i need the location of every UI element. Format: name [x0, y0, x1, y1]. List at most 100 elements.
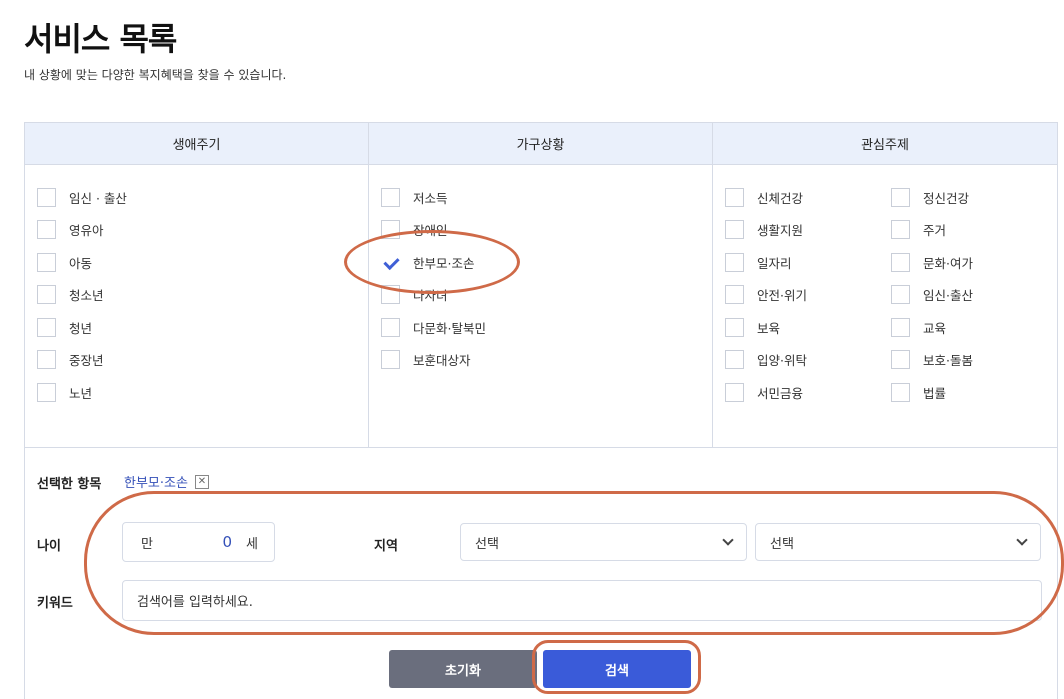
checkbox[interactable]	[725, 350, 744, 369]
region-select-province-value: 선택	[475, 536, 499, 552]
checkbox[interactable]	[381, 317, 400, 337]
checkbox[interactable]	[891, 350, 910, 369]
selected-chip[interactable]: 한부모·조손 ✕	[124, 472, 209, 491]
checkbox[interactable]	[891, 187, 910, 207]
checkbox-label: 다문화·탈북민	[413, 320, 486, 336]
checkbox-label: 정신건강	[923, 190, 970, 206]
checkbox-option[interactable]: 보호·돌봄	[891, 350, 973, 370]
household-options: 저소득장애인한부모·조손다자녀다문화·탈북민보훈대상자	[369, 165, 712, 447]
checkbox-option[interactable]: 영유아	[37, 220, 104, 240]
checkbox[interactable]	[725, 187, 744, 207]
checkbox[interactable]	[725, 220, 744, 239]
region-select-city-value: 선택	[770, 536, 794, 552]
age-input[interactable]: 만 0 세	[122, 522, 275, 562]
checkbox-label: 한부모·조손	[413, 255, 475, 271]
checkbox-option[interactable]: 주거	[891, 220, 946, 240]
checkbox-label: 문화·여가	[923, 255, 973, 271]
checkbox-option[interactable]: 정신건강	[891, 187, 969, 207]
region-label: 지역	[374, 539, 398, 554]
checkbox[interactable]	[37, 220, 56, 239]
checkbox-label: 일자리	[757, 255, 792, 271]
checkbox-label: 안전·위기	[757, 288, 807, 303]
checkbox-option[interactable]: 아동	[37, 252, 92, 272]
checkbox[interactable]	[37, 285, 56, 304]
checkbox-option[interactable]: 저소득	[381, 187, 448, 207]
region-select-city[interactable]: 선택	[755, 523, 1041, 561]
checkbox-option[interactable]: 다자녀	[381, 285, 448, 305]
checkbox[interactable]	[725, 285, 744, 304]
checkbox-option[interactable]: 서민금융	[725, 382, 803, 402]
checkbox-label: 생활지원	[757, 223, 804, 238]
column-header-lifecycle: 생애주기	[25, 123, 368, 165]
checkbox-label: 입양·위탁	[757, 353, 807, 368]
region-select-province[interactable]: 선택	[460, 523, 747, 561]
checkbox-option[interactable]: 일자리	[725, 252, 792, 272]
checkbox[interactable]	[725, 317, 744, 337]
checkbox-checked[interactable]	[381, 252, 400, 272]
checkbox[interactable]	[381, 285, 400, 304]
keyword-input[interactable]: 검색어를 입력하세요.	[122, 580, 1042, 621]
checkbox-option[interactable]: 노년	[37, 382, 92, 402]
checkbox-option[interactable]: 입양·위탁	[725, 350, 807, 370]
age-value[interactable]: 0	[222, 533, 232, 551]
checkbox[interactable]	[381, 220, 400, 239]
checkbox-label: 청소년	[69, 288, 104, 303]
page-subtitle: 내 상황에 맞는 다양한 복지혜택을 찾을 수 있습니다.	[24, 68, 287, 82]
checkbox-option[interactable]: 다문화·탈북민	[381, 317, 486, 337]
checkbox-label: 주거	[923, 223, 947, 238]
age-suffix: 세	[246, 536, 258, 552]
checkbox[interactable]	[37, 382, 56, 402]
checkbox[interactable]	[37, 317, 56, 337]
checkbox-option[interactable]: 임신·출산	[891, 285, 973, 305]
checkbox[interactable]	[37, 350, 56, 369]
reset-button[interactable]: 초기화	[389, 650, 537, 688]
checkbox-label: 임신 · 출산	[69, 190, 127, 206]
checkbox-label: 신체건강	[757, 190, 804, 206]
checkbox-option[interactable]: 청년	[37, 317, 92, 337]
checkbox[interactable]	[891, 382, 910, 402]
keyword-label: 키워드	[37, 596, 73, 611]
checkbox[interactable]	[381, 350, 400, 369]
checkbox-label: 보육	[757, 320, 781, 336]
checkbox-label: 법률	[923, 385, 947, 401]
checkbox-option[interactable]: 생활지원	[725, 220, 803, 240]
checkbox-option[interactable]: 보훈대상자	[381, 350, 471, 370]
checkbox-label: 장애인	[413, 223, 448, 238]
checkbox-option[interactable]: 안전·위기	[725, 285, 807, 305]
chevron-down-icon	[1016, 534, 1028, 546]
checkbox-option[interactable]: 교육	[891, 317, 946, 337]
checkbox-option[interactable]: 신체건강	[725, 187, 803, 207]
checkbox-label: 교육	[923, 320, 947, 336]
checkbox-option[interactable]: 장애인	[381, 220, 448, 240]
checkbox[interactable]	[891, 317, 910, 337]
checkbox-option[interactable]: 문화·여가	[891, 252, 973, 272]
selected-chip-label: 한부모·조손	[124, 476, 188, 491]
close-icon[interactable]: ✕	[194, 474, 209, 489]
filter-table: 생애주기 가구상황 관심주제 임신 · 출산 영유아 아동 청소년 청년 중장년 노년 저소…	[24, 122, 1058, 448]
checkbox-label: 서민금융	[757, 385, 804, 401]
chevron-down-icon	[722, 534, 734, 546]
search-button[interactable]: 검색	[543, 650, 691, 688]
checkbox[interactable]	[381, 187, 400, 207]
checkbox-option[interactable]: 임신 · 출산	[37, 187, 127, 207]
page-title: 서비스 목록	[24, 20, 177, 58]
checkbox-option[interactable]: 보육	[725, 317, 780, 337]
checkbox[interactable]	[725, 252, 744, 272]
checkbox-option[interactable]: 한부모·조손	[381, 252, 474, 272]
checkbox-option[interactable]: 중장년	[37, 350, 104, 370]
checkbox-label: 다자녀	[413, 288, 448, 303]
checkbox[interactable]	[37, 252, 56, 272]
checkbox[interactable]	[891, 220, 910, 239]
checkbox[interactable]	[725, 382, 744, 402]
checkbox[interactable]	[37, 187, 56, 207]
selected-items-label: 선택한 항목	[37, 477, 102, 492]
age-label: 나이	[37, 539, 61, 554]
checkbox-option[interactable]: 청소년	[37, 285, 104, 305]
checkbox[interactable]	[891, 252, 910, 272]
checkbox[interactable]	[891, 285, 910, 304]
lifecycle-options: 임신 · 출산영유아아동청소년청년중장년노년	[25, 165, 368, 447]
checkbox-option[interactable]: 법률	[891, 382, 946, 402]
topic-options: 신체건강생활지원일자리안전·위기보육입양·위탁서민금융 정신건강주거문화·여가임신…	[713, 165, 1057, 447]
checkbox-label: 노년	[69, 385, 93, 401]
checkbox-label: 임신·출산	[923, 288, 973, 303]
